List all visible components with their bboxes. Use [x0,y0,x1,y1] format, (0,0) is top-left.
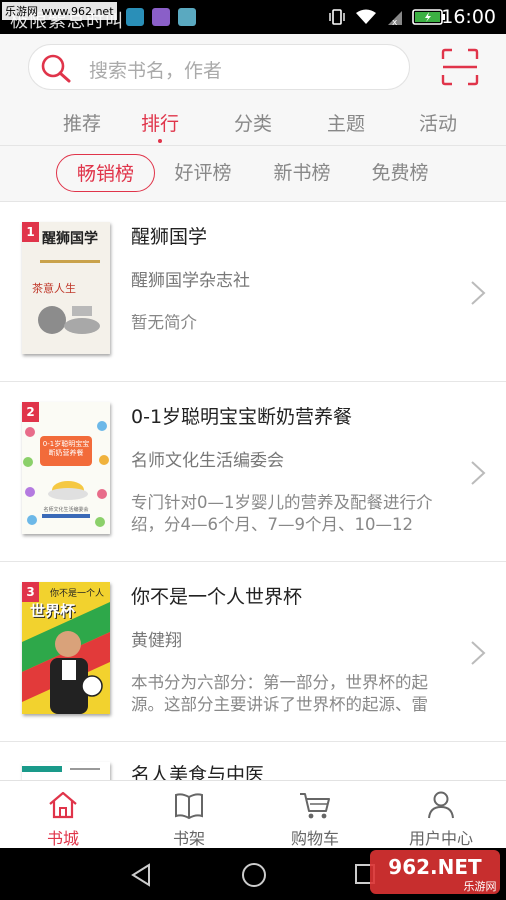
nav-cart[interactable]: 购物车 [252,781,378,849]
book-title: 0-1岁聪明宝宝断奶营养餐 [131,406,353,428]
scan-icon[interactable] [440,47,480,87]
cover-art [22,762,110,780]
home-icon [49,791,77,819]
book-cover: 3 你不是一个人 世界杯 [22,582,110,714]
cover-subtitle: 名师文化生活编委会 [43,507,89,513]
subtab-top-rated[interactable]: 好评榜 [163,154,243,192]
active-tab-indicator [158,139,162,143]
cover-title: 醒狮国学 [42,231,98,247]
sub-tabs: 畅销榜 好评榜 新书榜 免费榜 [0,146,506,202]
nav-label: 用户中心 [408,829,473,848]
notification-app-icon [126,8,144,26]
book-description: 暂无简介 [131,313,197,332]
subtab-new-books[interactable]: 新书榜 [262,154,342,192]
chevron-right-icon [471,461,486,485]
book-title: 醒狮国学 [131,226,208,248]
nav-label: 购物车 [290,829,339,848]
rank-badge: 2 [22,402,39,422]
book-cover: 2 0-1岁聪明宝宝断奶营养餐 名师文化生活编委会 [22,402,110,534]
book-cover [22,762,110,780]
list-item[interactable]: 2 0-1岁聪明宝宝断奶营养餐 名师文化生活编委会 0-1岁聪明宝宝断奶营养餐 … [0,382,506,562]
search-input[interactable]: 搜索书名，作者 [28,44,410,90]
chevron-right-icon [471,641,486,665]
book-icon [175,793,203,820]
header: 搜索书名，作者 [0,34,506,99]
book-description: 专门针对0—1岁婴儿的营养及配餐进行介绍，分4—6个月、7—9个月、10—12 [131,493,433,534]
tab-activity[interactable]: 活动 [398,109,478,136]
tab-theme[interactable]: 主题 [306,109,386,136]
book-title: 名人美食与中医 [131,764,265,780]
list-item[interactable]: 1 醒狮国学 茶意人生 醒狮国学 醒狮国学杂志社 暂无简介 [0,202,506,382]
rank-badge: 3 [22,582,39,602]
photo-app-icon [178,8,196,26]
book-description: 本书分为六部分：第一部分，世界杯的起源。这部分主要讲诉了世界杯的起源、雷 [131,673,428,714]
cart-icon [300,793,330,819]
book-list: 1 醒狮国学 茶意人生 醒狮国学 醒狮国学杂志社 暂无简介 2 0-1岁聪明宝宝… [0,202,506,780]
home-circle-icon[interactable] [240,861,268,889]
system-nav-bar: 962.NET 乐游网 [0,848,506,900]
nav-label: 书架 [172,829,205,848]
bottom-nav: 书城 书架 购物车 用户中心 [0,780,506,848]
watermark-brand: 962.NET [388,855,482,879]
cover-title: 0-1岁聪明宝宝断奶营养餐 [42,440,90,457]
cover-subtitle: 茶意人生 [32,282,76,295]
watermark-top-left: 乐游网 www.962.net [2,2,117,20]
book-title: 你不是一个人世界杯 [131,586,303,608]
signal-icon: x [388,11,402,26]
tab-ranking[interactable]: 排行 [120,109,200,136]
top-tabs: 推荐 排行 分类 主题 活动 [0,99,506,145]
rank-badge: 1 [22,222,39,242]
list-item[interactable]: 3 你不是一个人 世界杯 你不是一个人世界杯 黄健翔 本书分为六部分：第一部分，… [0,562,506,742]
book-author: 黄健翔 [131,631,182,651]
clock: 16:00 [441,6,496,28]
status-bar: 极限紫总时叫 乐游网 www.962.net x 16:00 [0,0,506,34]
chevron-right-icon [471,281,486,305]
gallery-app-icon [152,8,170,26]
tab-recommend[interactable]: 推荐 [42,109,122,136]
list-item[interactable]: 名人美食与中医 [0,742,506,780]
user-icon [428,791,454,819]
wifi-icon [356,9,376,24]
nav-user-center[interactable]: 用户中心 [378,781,504,849]
watermark-logo: 962.NET 乐游网 [370,850,500,894]
vibrate-icon [329,9,345,25]
subtab-bestseller[interactable]: 畅销榜 [56,154,155,192]
subtab-free[interactable]: 免费榜 [360,154,440,192]
nav-label: 书城 [46,829,79,848]
cover-subtitle: 你不是一个人 [50,589,105,599]
svg-text:x: x [392,18,398,26]
nav-bookstore[interactable]: 书城 [0,781,126,849]
book-author: 名师文化生活编委会 [131,451,284,471]
search-placeholder: 搜索书名，作者 [89,60,223,82]
cover-title: 世界杯 [30,602,76,620]
book-author: 醒狮国学杂志社 [131,271,250,291]
search-icon [41,54,71,83]
tab-category[interactable]: 分类 [213,109,293,136]
back-icon[interactable] [128,862,154,888]
watermark-site: 乐游网 [464,880,497,893]
book-cover: 1 醒狮国学 茶意人生 [22,222,110,354]
nav-bookshelf[interactable]: 书架 [126,781,252,849]
